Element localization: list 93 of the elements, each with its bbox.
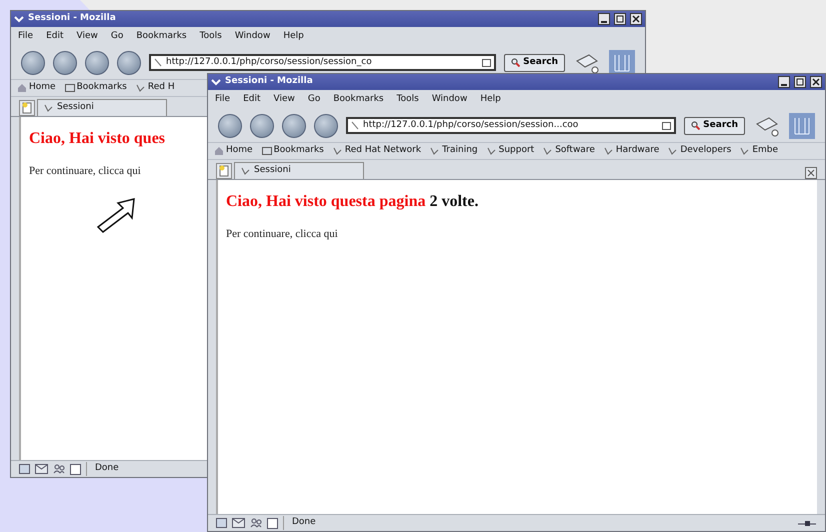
bookmark-link[interactable]: Software bbox=[543, 144, 595, 158]
bookmark-icon bbox=[486, 146, 497, 156]
page-icon bbox=[154, 58, 162, 67]
bookmark-link[interactable]: Home bbox=[17, 80, 56, 94]
bookmark-link[interactable]: Training bbox=[430, 144, 478, 158]
page-heading: Ciao, Hai visto questa pagina 2 volte. bbox=[226, 192, 478, 212]
menu-item[interactable]: Edit bbox=[242, 93, 262, 106]
menu-item[interactable]: Help bbox=[282, 30, 305, 44]
address-field[interactable]: http://127.0.0.1/php/corso/session/session_co bbox=[149, 54, 496, 71]
bookmark-icon bbox=[241, 166, 251, 176]
bookmark-icon bbox=[44, 102, 54, 112]
bookmark-link[interactable]: Hardware bbox=[604, 144, 660, 158]
menu-item[interactable]: View bbox=[76, 30, 99, 44]
bookmark-link[interactable]: Embe bbox=[740, 144, 778, 158]
bookmark-icon bbox=[668, 146, 678, 156]
menu-item[interactable]: Window bbox=[430, 93, 468, 106]
mail-icon[interactable] bbox=[232, 518, 245, 528]
navigator-icon[interactable] bbox=[19, 464, 30, 474]
reload-button[interactable] bbox=[85, 50, 109, 74]
continue-link[interactable]: clicca qui bbox=[98, 164, 141, 176]
menu-item[interactable]: File bbox=[214, 93, 232, 106]
back-button[interactable] bbox=[21, 50, 45, 74]
bookmark-icon bbox=[332, 146, 343, 156]
dropdown-icon[interactable] bbox=[482, 58, 492, 66]
menu-item[interactable]: File bbox=[17, 30, 34, 44]
people-icon[interactable] bbox=[250, 518, 262, 528]
people-icon[interactable] bbox=[53, 464, 65, 474]
window-menu-icon[interactable] bbox=[14, 14, 24, 24]
back-button[interactable] bbox=[218, 114, 242, 138]
menu-item[interactable]: Tools bbox=[396, 93, 420, 106]
connection-icon bbox=[797, 518, 817, 528]
forward-button[interactable] bbox=[53, 50, 77, 74]
bookmark-icon bbox=[604, 146, 614, 156]
close-icon[interactable] bbox=[810, 76, 822, 88]
close-tab-icon[interactable] bbox=[805, 166, 817, 178]
minimize-icon[interactable] bbox=[778, 76, 790, 88]
search-button[interactable]: Search bbox=[684, 116, 745, 134]
menu-item[interactable]: Go bbox=[110, 30, 124, 44]
menu-item[interactable]: Go bbox=[306, 93, 322, 106]
maximize-icon[interactable] bbox=[794, 76, 806, 88]
page-heading: Ciao, Hai visto ques bbox=[29, 128, 166, 148]
browser-tab[interactable]: Sessioni bbox=[37, 98, 167, 116]
bookmark-icon bbox=[430, 146, 440, 156]
home-icon bbox=[17, 82, 27, 92]
window-title: Sessioni - Mozilla bbox=[28, 12, 117, 26]
maximize-icon[interactable] bbox=[614, 13, 626, 25]
bookmark-link[interactable]: Bookmarks bbox=[262, 144, 324, 158]
body-text: Per continuare, bbox=[29, 164, 96, 176]
stop-button[interactable] bbox=[117, 50, 141, 74]
stop-button[interactable] bbox=[314, 114, 338, 138]
menu-item[interactable]: Tools bbox=[198, 30, 223, 44]
new-tab-icon[interactable] bbox=[19, 100, 35, 116]
address-field[interactable]: http://127.0.0.1/php/corso/session/session...coo bbox=[346, 117, 676, 134]
grid-logo-icon[interactable] bbox=[609, 50, 635, 76]
bookmark-link[interactable]: Bookmarks bbox=[64, 80, 127, 94]
folder-icon bbox=[262, 146, 272, 156]
composer-icon[interactable] bbox=[70, 464, 81, 474]
new-tab-icon[interactable] bbox=[216, 162, 232, 178]
folder-icon bbox=[64, 82, 75, 92]
bookmark-link[interactable]: Red H bbox=[136, 80, 175, 94]
home-icon bbox=[214, 146, 224, 156]
close-icon[interactable] bbox=[630, 13, 642, 25]
status-text: Done bbox=[86, 462, 119, 476]
search-icon bbox=[691, 121, 700, 130]
bookmark-icon bbox=[740, 146, 750, 156]
page-icon bbox=[351, 121, 359, 130]
dropdown-icon[interactable] bbox=[662, 122, 672, 130]
window-title: Sessioni - Mozilla bbox=[225, 75, 314, 88]
window-menu-icon[interactable] bbox=[211, 77, 221, 87]
forward-button[interactable] bbox=[250, 114, 274, 138]
continue-link[interactable]: clicca qui bbox=[295, 228, 338, 240]
navigator-icon[interactable] bbox=[216, 518, 227, 528]
bookmark-link[interactable]: Red Hat Network bbox=[332, 144, 422, 158]
bookmark-link[interactable]: Developers bbox=[668, 144, 732, 158]
menu-item[interactable]: Edit bbox=[45, 30, 64, 44]
search-icon bbox=[511, 58, 520, 67]
menu-item[interactable]: View bbox=[272, 93, 296, 106]
bookmark-link[interactable]: Home bbox=[214, 144, 253, 158]
body-text: Per continuare, bbox=[226, 228, 293, 240]
menu-item[interactable]: Bookmarks bbox=[332, 93, 385, 106]
bookmark-icon bbox=[136, 82, 146, 92]
composer-icon[interactable] bbox=[267, 518, 278, 528]
bookmark-link[interactable]: Support bbox=[486, 144, 534, 158]
bookmark-icon bbox=[543, 146, 554, 156]
reload-button[interactable] bbox=[282, 114, 306, 138]
menu-item[interactable]: Bookmarks bbox=[135, 30, 188, 44]
mail-icon[interactable] bbox=[35, 464, 48, 474]
minimize-icon[interactable] bbox=[598, 13, 610, 25]
browser-tab[interactable]: Sessioni bbox=[234, 162, 364, 178]
menu-item[interactable]: Help bbox=[479, 93, 502, 106]
menu-item[interactable]: Window bbox=[234, 30, 272, 44]
status-text: Done bbox=[283, 516, 316, 530]
search-button[interactable]: Search bbox=[504, 54, 565, 72]
